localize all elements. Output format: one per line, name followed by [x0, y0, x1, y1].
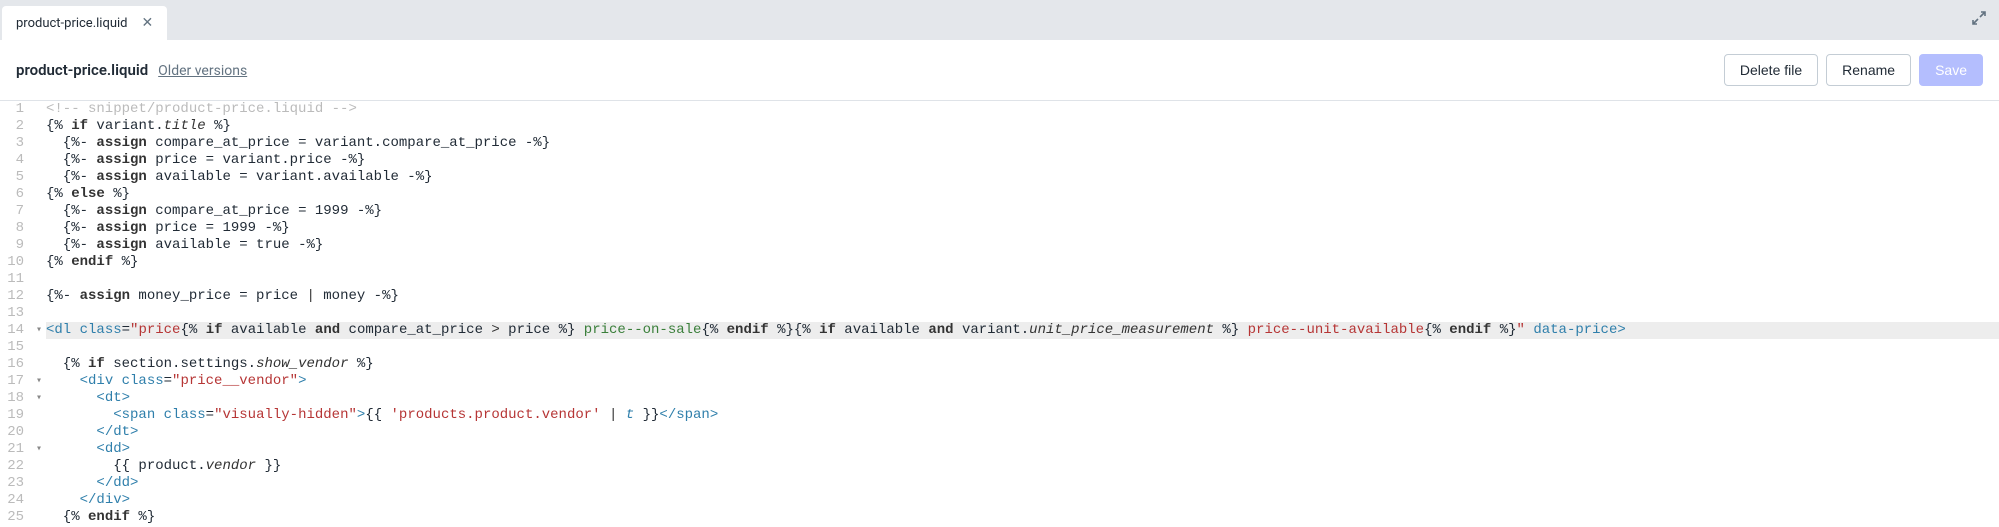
tab-label: product-price.liquid	[16, 16, 128, 31]
code-editor[interactable]: 1<!-- snippet/product-price.liquid --> 2…	[0, 101, 1999, 526]
expand-icon[interactable]	[1971, 10, 1987, 30]
save-button[interactable]: Save	[1919, 54, 1983, 86]
file-title: product-price.liquid	[16, 61, 148, 79]
tab-bar: product-price.liquid ✕	[0, 0, 1999, 40]
tab-product-price[interactable]: product-price.liquid ✕	[2, 6, 167, 40]
close-icon[interactable]: ✕	[142, 15, 154, 31]
delete-file-button[interactable]: Delete file	[1724, 54, 1818, 86]
older-versions-link[interactable]: Older versions	[158, 63, 247, 79]
toolbar: product-price.liquid Older versions Dele…	[0, 40, 1999, 101]
rename-button[interactable]: Rename	[1826, 54, 1911, 86]
